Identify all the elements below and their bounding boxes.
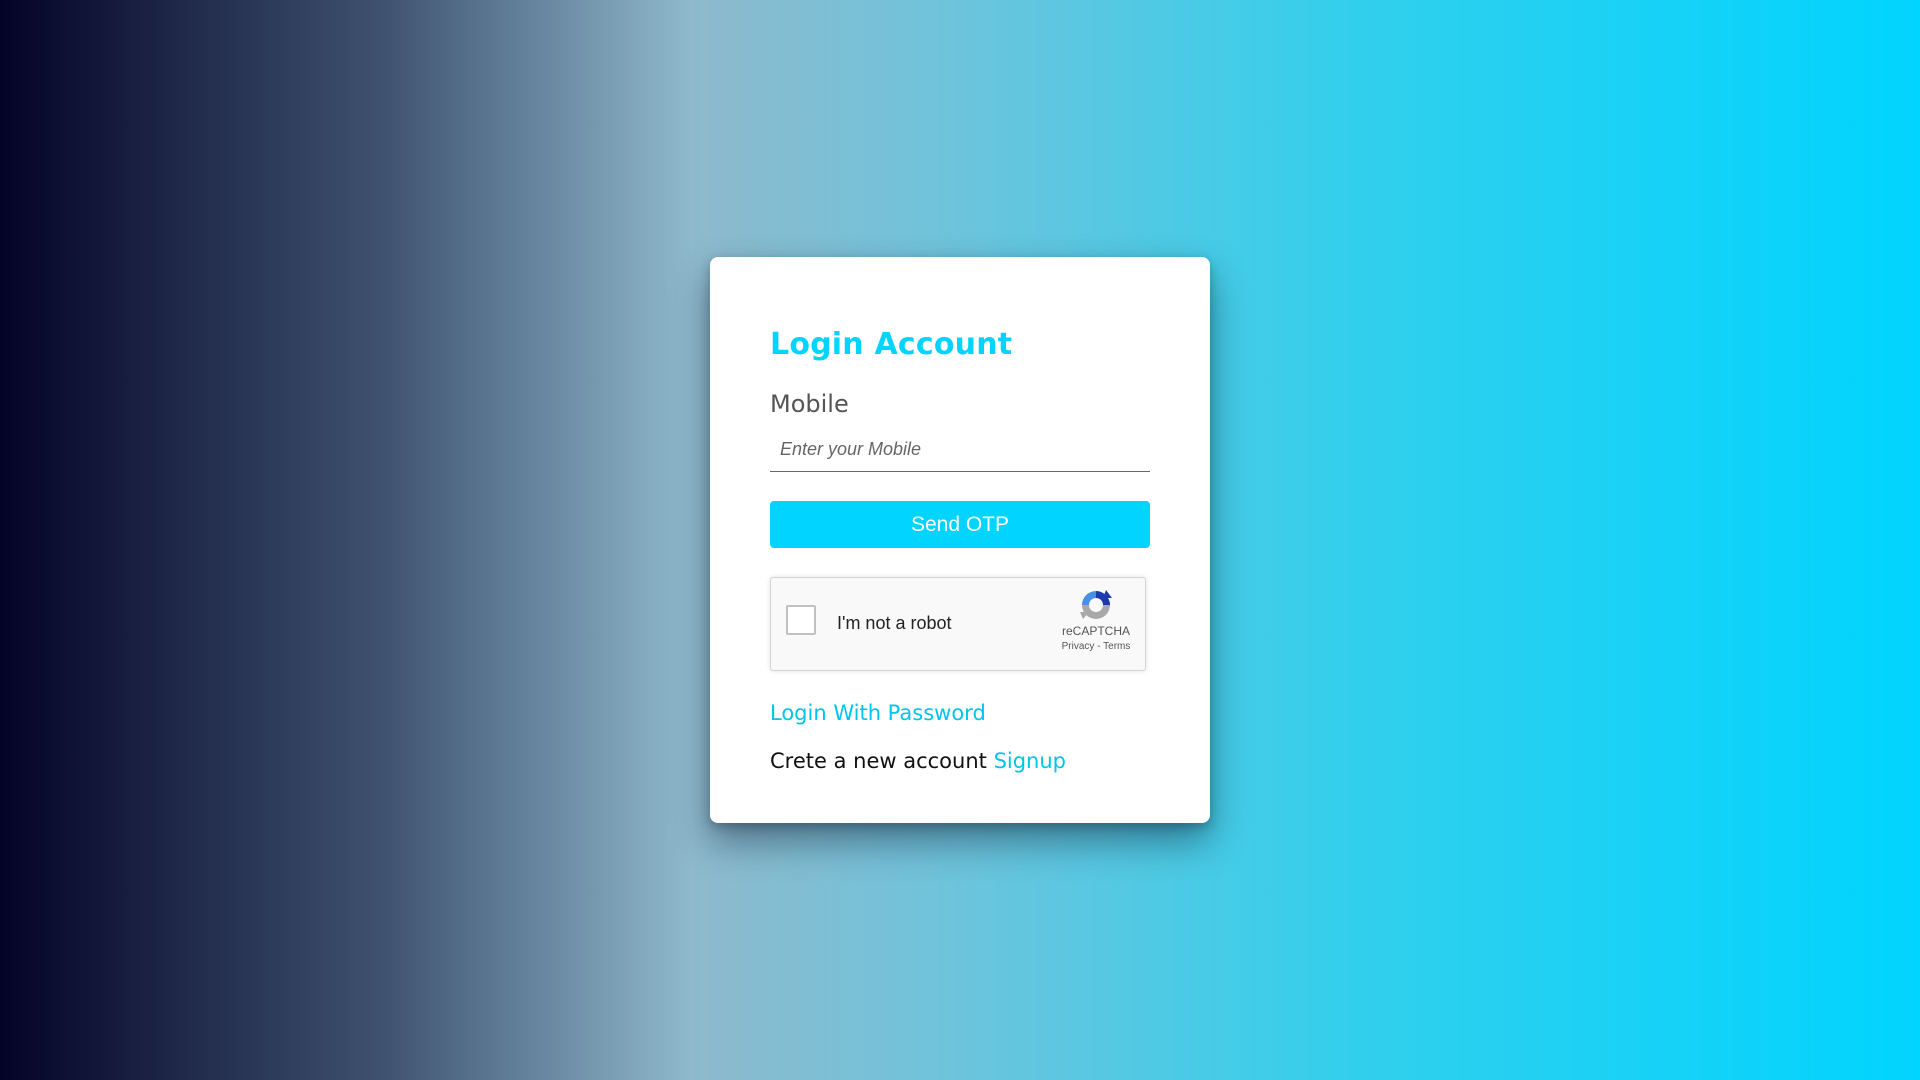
recaptcha-label: I'm not a robot — [837, 613, 952, 633]
recaptcha-logo-icon — [1080, 590, 1112, 619]
signup-link[interactable]: Signup — [994, 749, 1066, 773]
login-card: Login Account Mobile Send OTP I'm not a … — [710, 257, 1210, 823]
page-background: { "login_card": { "title": "Login Accoun… — [0, 0, 1920, 1080]
recaptcha-terms-link[interactable]: Terms — [1103, 641, 1130, 652]
mobile-input[interactable] — [770, 429, 1150, 469]
mobile-label: Mobile — [770, 390, 849, 418]
mobile-input-wrapper — [770, 429, 1150, 472]
recaptcha-privacy-link[interactable]: Privacy — [1062, 641, 1095, 652]
recaptcha-widget: I'm not a robot reCAPTCHA Privacy - Term… — [770, 577, 1146, 671]
login-with-password-link[interactable]: Login With Password — [770, 701, 986, 725]
recaptcha-brand: reCAPTCHA — [1061, 624, 1130, 638]
signup-row: Crete a new account Signup — [770, 749, 1150, 773]
send-otp-button[interactable]: Send OTP — [770, 501, 1150, 548]
signup-prompt: Crete a new account — [770, 749, 987, 773]
recaptcha-checkbox[interactable] — [786, 605, 816, 635]
recaptcha-links: Privacy - Terms — [1061, 641, 1131, 652]
recaptcha-logo: reCAPTCHA Privacy - Terms — [1061, 588, 1131, 652]
recaptcha-separator: - — [1097, 641, 1101, 652]
page-title: Login Account — [770, 327, 1013, 362]
